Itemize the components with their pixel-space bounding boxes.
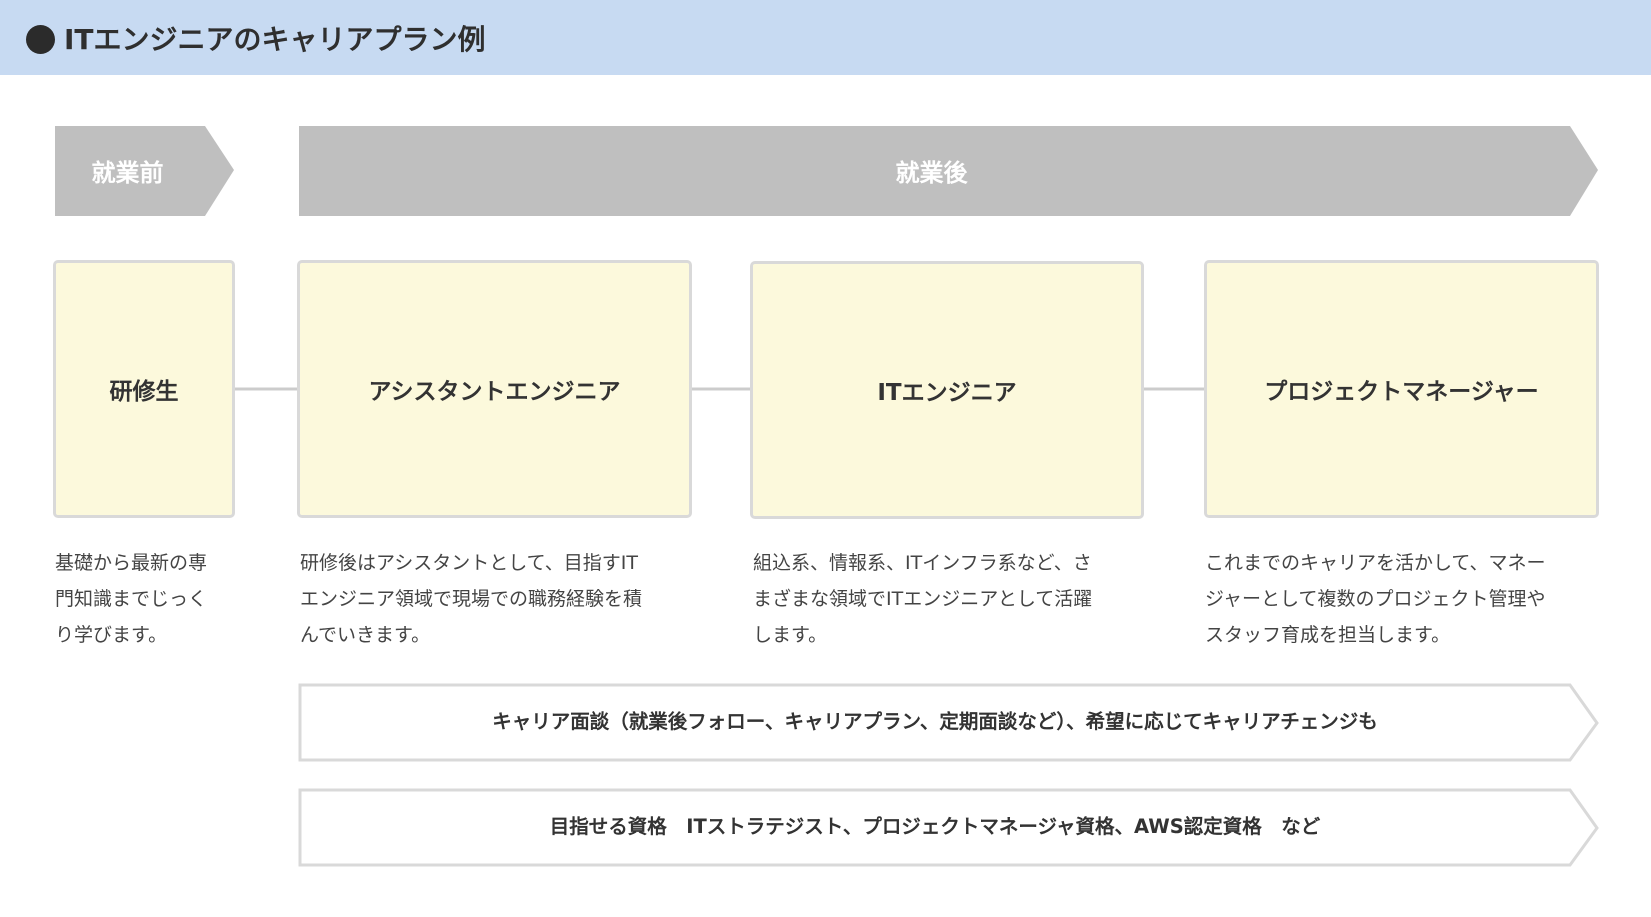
description-line: んでいきます。 bbox=[300, 624, 431, 646]
description-line: り学びます。 bbox=[55, 624, 168, 646]
step-title: アシスタントエンジニア bbox=[368, 379, 621, 405]
phase-label-before: 就業前 bbox=[91, 159, 164, 187]
description-line: 基礎から最新の専 bbox=[55, 552, 208, 574]
step-description-it-engineer: 組込系、情報系、ITインフラ系など、さ まざまな領域でITエンジニアとして活躍 … bbox=[753, 545, 1173, 653]
step-box-assistant-engineer: アシスタントエンジニア bbox=[297, 260, 692, 518]
step-box-project-manager: プロジェクトマネージャー bbox=[1204, 260, 1599, 518]
step-title: 研修生 bbox=[109, 379, 179, 405]
step-box-trainee: 研修生 bbox=[53, 260, 235, 518]
description-line: 研修後はアシスタントとして、目指すIT bbox=[300, 552, 638, 574]
description-line: これまでのキャリアを活かして、マネー bbox=[1205, 552, 1546, 574]
phase-label-after: 就業後 bbox=[895, 159, 968, 187]
step-description-assistant-engineer: 研修後はアシスタントとして、目指すIT エンジニア領域で現場での職務経験を積 ん… bbox=[300, 545, 720, 653]
description-line: します。 bbox=[753, 624, 828, 646]
step-description-trainee: 基礎から最新の専 門知識までじっく り学びます。 bbox=[55, 545, 255, 653]
step-title: プロジェクトマネージャー bbox=[1264, 379, 1539, 405]
description-line: 門知識までじっく bbox=[55, 588, 208, 610]
banner-qualifications-text: 目指せる資格 ITストラテジスト、プロジェクトマネージャ資格、AWS認定資格 な… bbox=[549, 815, 1321, 838]
banner-career-interview-text: キャリア面談（就業後フォロー、キャリアプラン、定期面談など）、希望に応じてキャリ… bbox=[492, 710, 1378, 733]
step-title: ITエンジニア bbox=[877, 380, 1017, 406]
description-line: エンジニア領域で現場での職務経験を積 bbox=[300, 588, 643, 610]
description-line: ジャーとして複数のプロジェクト管理や bbox=[1205, 588, 1546, 610]
description-line: 組込系、情報系、ITインフラ系など、さ bbox=[753, 552, 1092, 574]
step-box-it-engineer: ITエンジニア bbox=[750, 261, 1144, 519]
step-description-project-manager: これまでのキャリアを活かして、マネー ジャーとして複数のプロジェクト管理や スタ… bbox=[1205, 545, 1635, 653]
description-line: スタッフ育成を担当します。 bbox=[1205, 624, 1451, 646]
description-line: まざまな領域でITエンジニアとして活躍 bbox=[753, 588, 1093, 610]
